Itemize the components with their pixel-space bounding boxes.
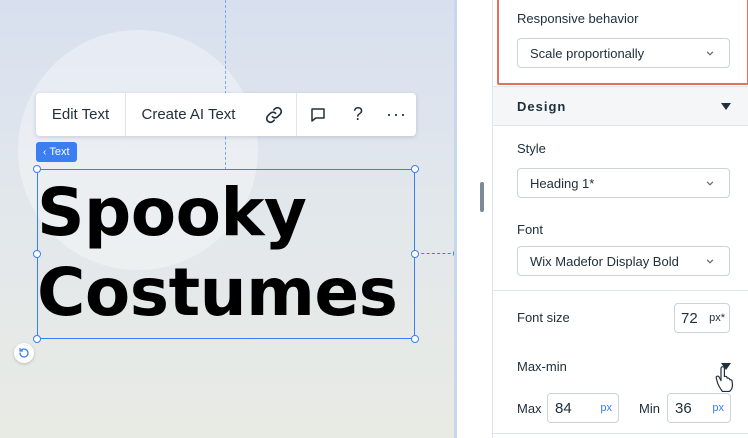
- resize-handle-left[interactable]: [33, 250, 41, 258]
- min-input[interactable]: 36 px: [667, 393, 731, 423]
- resize-handle-top-right[interactable]: [411, 165, 419, 173]
- resize-handle-top-left[interactable]: [33, 165, 41, 173]
- more-actions-button[interactable]: ···: [377, 93, 416, 136]
- element-type-tag[interactable]: ‹ Text: [36, 142, 77, 162]
- font-label: Font: [517, 222, 544, 237]
- font-size-input[interactable]: 72 px*: [674, 303, 730, 333]
- min-unit: px: [712, 402, 724, 414]
- chevron-down-icon: [706, 51, 714, 56]
- max-input[interactable]: 84 px: [547, 393, 619, 423]
- design-section-header[interactable]: Design: [493, 86, 748, 126]
- comment-button[interactable]: [297, 93, 339, 136]
- canvas-edge-bar: [454, 0, 457, 438]
- max-label: Max: [517, 401, 542, 416]
- responsive-behavior-dropdown[interactable]: Scale proportionally: [517, 38, 730, 68]
- chevron-down-icon: [706, 259, 714, 264]
- triangle-down-icon: [721, 103, 731, 110]
- link-icon: [265, 106, 282, 123]
- font-value: Wix Madefor Display Bold: [530, 253, 679, 269]
- selection-frame[interactable]: [37, 169, 415, 339]
- font-size-unit: px*: [709, 312, 725, 324]
- resize-handle-bottom-left[interactable]: [33, 335, 41, 343]
- font-size-value: 72: [681, 309, 698, 327]
- bottom-divider: [493, 433, 748, 434]
- max-unit: px: [600, 402, 612, 414]
- help-button[interactable]: ?: [339, 93, 377, 136]
- chevron-left-icon: ‹: [43, 146, 47, 158]
- max-min-label: Max-min: [517, 359, 567, 374]
- style-dropdown[interactable]: Heading 1*: [517, 168, 730, 198]
- font-dropdown[interactable]: Wix Madefor Display Bold: [517, 246, 730, 276]
- text-toolbar: Edit Text Create AI Text ? ···: [36, 93, 416, 136]
- panel-gutter: [458, 0, 492, 438]
- inspector-panel: Responsive behavior Scale proportionally…: [492, 0, 748, 438]
- responsive-behavior-value: Scale proportionally: [530, 45, 645, 61]
- rotate-icon: [19, 347, 29, 358]
- resize-handle-bottom-right[interactable]: [411, 335, 419, 343]
- design-section-title: Design: [517, 99, 567, 114]
- editor-canvas[interactable]: Edit Text Create AI Text ? ··· ‹ Text Sp…: [0, 0, 457, 438]
- chevron-down-icon: [706, 181, 714, 186]
- element-type-label: Text: [49, 146, 70, 158]
- min-label: Min: [639, 401, 660, 416]
- style-value: Heading 1*: [530, 175, 595, 191]
- vertical-guide-line: [225, 0, 226, 170]
- pointer-hand-icon: [715, 366, 734, 392]
- comment-icon: [311, 107, 325, 122]
- style-label: Style: [517, 141, 546, 156]
- scrollbar-thumb[interactable]: [480, 182, 484, 212]
- responsive-behavior-label: Responsive behavior: [517, 11, 639, 26]
- section-divider: [493, 290, 748, 291]
- link-button[interactable]: [251, 93, 297, 136]
- edit-text-button[interactable]: Edit Text: [36, 93, 126, 136]
- font-size-label: Font size: [517, 310, 570, 325]
- create-ai-text-button[interactable]: Create AI Text: [126, 93, 251, 136]
- max-value: 84: [555, 399, 572, 417]
- rotate-button[interactable]: [14, 343, 34, 363]
- resize-handle-right[interactable]: [411, 250, 419, 258]
- min-value: 36: [675, 399, 692, 417]
